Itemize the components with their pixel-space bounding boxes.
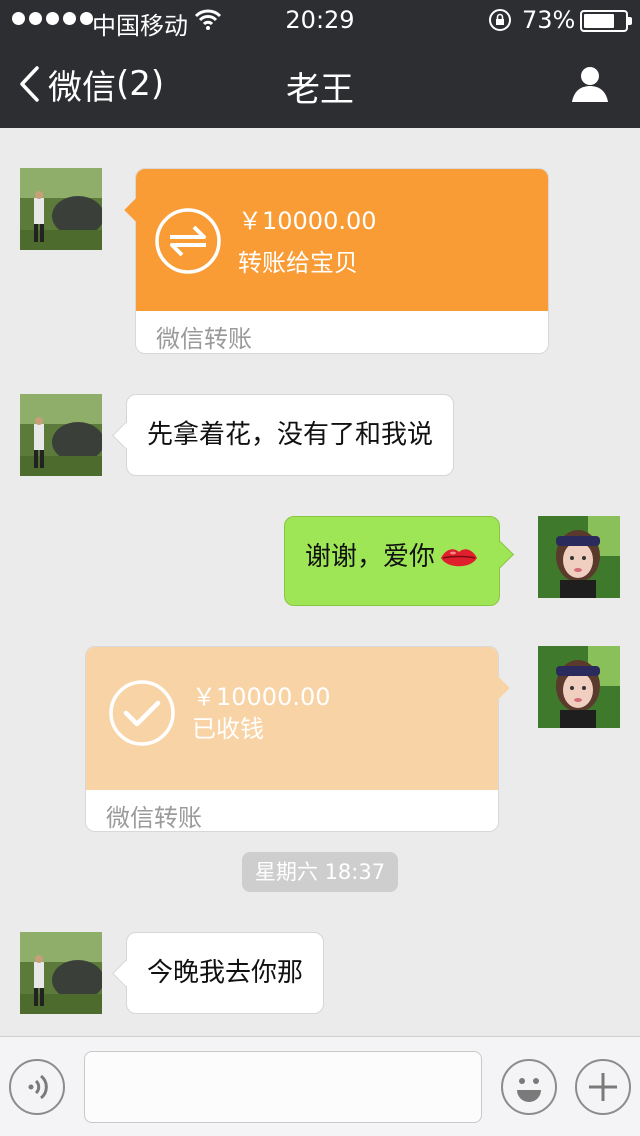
- emoji-button[interactable]: [501, 1059, 557, 1115]
- my-avatar[interactable]: [538, 646, 620, 728]
- transfer-description: 转账给宝贝: [238, 249, 358, 277]
- rotation-lock-icon: [489, 9, 511, 31]
- top-bar: 中国移动 20:29 73% 微信 (2) 老王: [0, 0, 640, 128]
- chat-title: 老王: [286, 70, 354, 110]
- transfer-description: 已收钱: [192, 715, 264, 743]
- status-bar: 中国移动 20:29 73%: [0, 0, 640, 40]
- input-bar: [0, 1036, 640, 1136]
- my-avatar[interactable]: [538, 516, 620, 598]
- contact-avatar[interactable]: [20, 932, 102, 1014]
- emoji-icon: [517, 1078, 541, 1102]
- transfer-footer: 微信转账: [156, 325, 252, 353]
- message-bubble[interactable]: 先拿着花，没有了和我说: [126, 394, 455, 476]
- transfer-arrows-icon: [155, 208, 221, 274]
- transfer-card[interactable]: ￥10000.00 已收钱 微信转账: [85, 646, 510, 832]
- message-timestamp: 星期六 18:37: [242, 852, 398, 892]
- voice-button[interactable]: [9, 1059, 65, 1115]
- lips-icon: [441, 548, 478, 566]
- check-circle-icon: [109, 680, 175, 746]
- contact-avatar[interactable]: [20, 394, 102, 476]
- message-bubble[interactable]: 今晚我去你那: [126, 932, 325, 1014]
- more-button[interactable]: [575, 1059, 631, 1115]
- message-text: 谢谢，爱你: [305, 542, 436, 572]
- contact-avatar[interactable]: [20, 168, 102, 250]
- plus-icon: [589, 1073, 617, 1101]
- message-text: 先拿着花，没有了和我说: [147, 420, 434, 450]
- transfer-card[interactable]: ￥10000.00 转账给宝贝 微信转账: [124, 168, 549, 354]
- battery-percent: 73%: [522, 6, 576, 34]
- battery-icon: [580, 10, 632, 32]
- transfer-amount: ￥10000.00: [238, 207, 377, 235]
- message-input[interactable]: [84, 1051, 482, 1123]
- message-bubble[interactable]: 谢谢，爱你: [284, 516, 501, 606]
- transfer-footer: 微信转账: [106, 804, 202, 832]
- person-icon[interactable]: [570, 64, 610, 104]
- voice-icon: [28, 1074, 48, 1100]
- transfer-amount: ￥10000.00: [192, 683, 331, 711]
- message-text: 今晚我去你那: [147, 958, 304, 988]
